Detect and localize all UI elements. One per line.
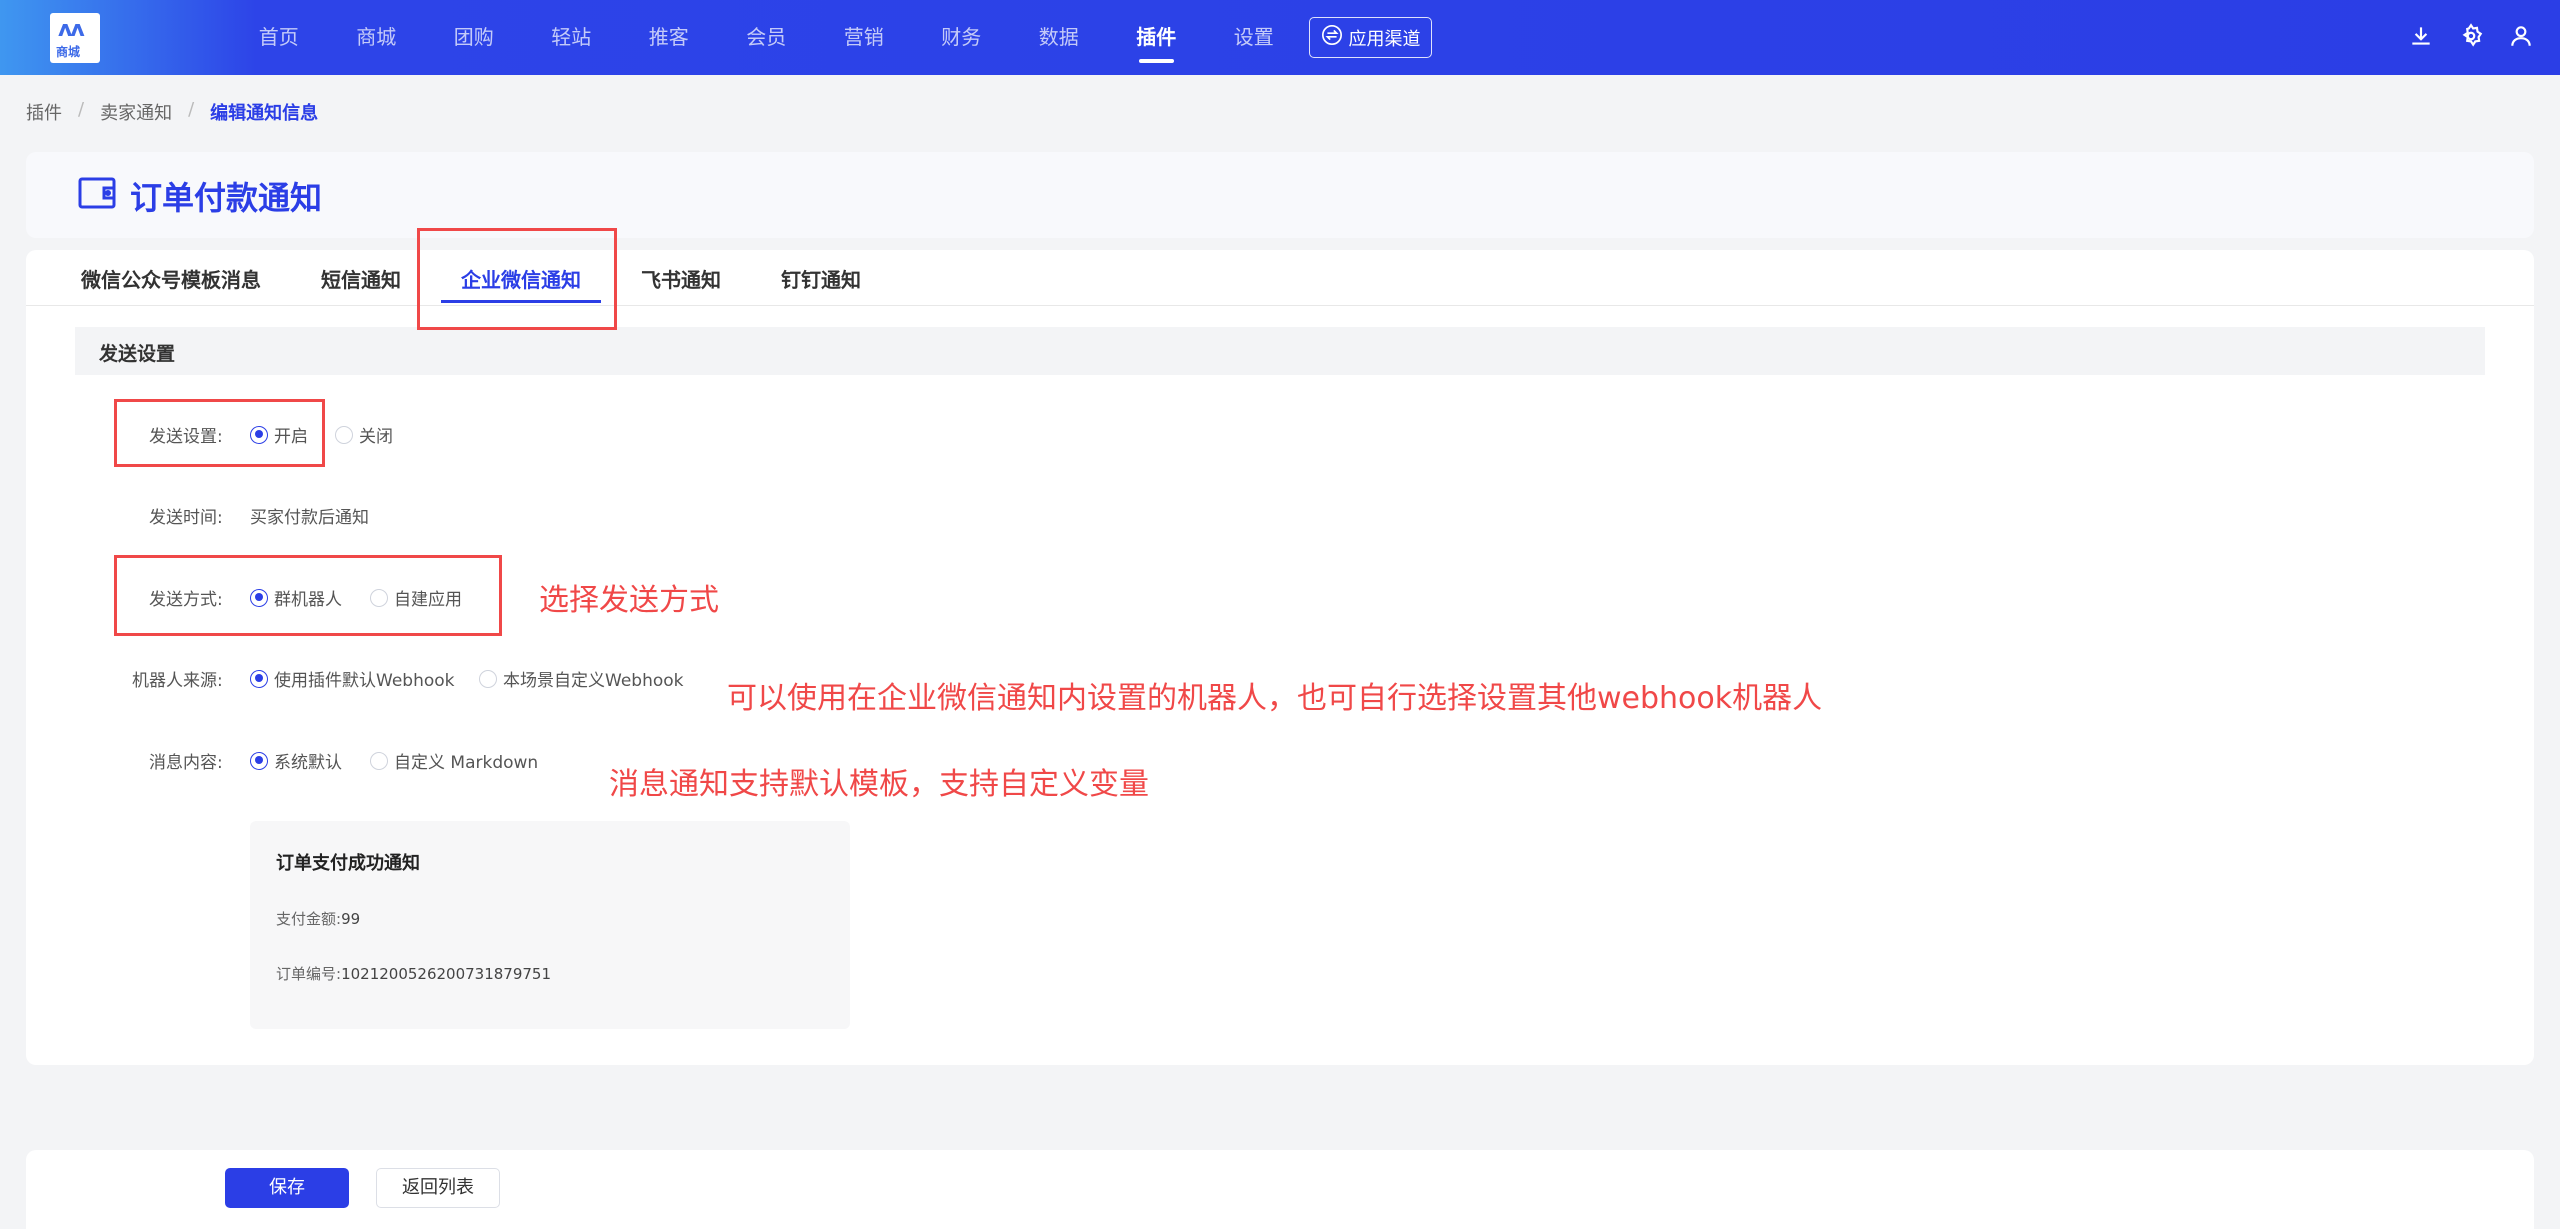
preview-title: 订单支付成功通知	[276, 853, 420, 874]
nav-item-settings[interactable]: 设置	[1205, 0, 1303, 75]
logo-mark: ʌʌ	[58, 17, 85, 42]
breadcrumb: 插件 / 卖家通知 / 编辑通知信息	[26, 99, 318, 125]
download-icon[interactable]	[2408, 23, 2434, 49]
highlight-tab-box	[417, 228, 617, 330]
page-title: 订单付款通知	[130, 179, 323, 217]
radio-indicator	[479, 669, 497, 688]
logo-text: 商城	[56, 45, 81, 59]
top-navbar: ʌʌ 商城 首页 商城 团购 轻站 推客 会员 营销 财务 数据 插件 设置 应…	[0, 0, 2560, 75]
tab-sms[interactable]: 短信通知	[321, 264, 401, 293]
wallet-icon	[78, 177, 116, 209]
preview-row-order-no: 订单编号:1021200526200731879751	[276, 963, 551, 984]
radio-label: 使用插件默认Webhook	[274, 671, 455, 691]
settings-card: 微信公众号模板消息 短信通知 企业微信通知 飞书通知 钉钉通知 发送设置 发送设…	[26, 250, 2534, 1065]
radio-custom-webhook[interactable]: 本场景自定义Webhook	[479, 666, 683, 691]
preview-row-value: 99	[341, 910, 361, 928]
radio-custom-markdown[interactable]: 自定义 Markdown	[370, 748, 538, 773]
breadcrumb-item-seller-notice[interactable]: 卖家通知	[100, 99, 172, 125]
breadcrumb-separator: /	[78, 99, 85, 120]
user-icon[interactable]	[2508, 23, 2534, 49]
tab-wechat-template[interactable]: 微信公众号模板消息	[81, 264, 261, 293]
highlight-send-setting-box	[114, 399, 325, 467]
annotation-message-content: 消息通知支持默认模板，支持自定义变量	[609, 767, 1149, 802]
nav-item-data[interactable]: 数据	[1010, 0, 1108, 75]
radio-label: 本场景自定义Webhook	[503, 671, 684, 691]
preview-row-amount: 支付金额:99	[276, 908, 360, 929]
nav-item-marketing[interactable]: 营销	[815, 0, 913, 75]
preview-row-value: 1021200526200731879751	[341, 965, 552, 983]
radio-indicator	[370, 751, 388, 770]
radio-indicator	[250, 751, 268, 770]
app-logo[interactable]: ʌʌ 商城	[50, 13, 100, 63]
tab-dingtalk[interactable]: 钉钉通知	[781, 264, 861, 293]
breadcrumb-item-current: 编辑通知信息	[210, 103, 319, 124]
radio-send-off[interactable]: 关闭	[335, 422, 393, 447]
app-channel-button[interactable]: 应用渠道	[1309, 17, 1432, 58]
tab-feishu[interactable]: 飞书通知	[641, 264, 721, 293]
breadcrumb-item-plugins[interactable]: 插件	[26, 99, 62, 125]
send-time-value: 买家付款后通知	[250, 508, 369, 528]
breadcrumb-separator: /	[188, 99, 195, 120]
nav-item-home[interactable]: 首页	[230, 0, 328, 75]
settings-icon[interactable]	[2458, 23, 2484, 49]
footer-actions: 保存 返回列表	[26, 1150, 2534, 1229]
page-header: 订单付款通知	[26, 152, 2534, 238]
nav-item-promoter[interactable]: 推客	[620, 0, 718, 75]
save-button[interactable]: 保存	[225, 1168, 349, 1208]
annotation-robot-source: 可以使用在企业微信通知内设置的机器人，也可自行选择设置其他webhook机器人	[727, 681, 1823, 716]
nav-item-mall[interactable]: 商城	[328, 0, 426, 75]
send-time-label: 发送时间:	[149, 508, 223, 528]
message-content-label: 消息内容:	[149, 753, 223, 773]
radio-label: 系统默认	[274, 753, 342, 773]
exchange-icon	[1321, 24, 1343, 51]
radio-indicator	[250, 669, 268, 688]
radio-label: 自定义 Markdown	[394, 753, 539, 773]
back-to-list-button[interactable]: 返回列表	[376, 1168, 500, 1208]
preview-row-label: 订单编号:	[276, 965, 342, 983]
radio-default-webhook[interactable]: 使用插件默认Webhook	[250, 666, 454, 691]
notification-tabs: 微信公众号模板消息 短信通知 企业微信通知 飞书通知 钉钉通知	[26, 250, 2534, 306]
nav-item-groupbuy[interactable]: 团购	[425, 0, 523, 75]
nav-item-plugins[interactable]: 插件	[1108, 0, 1206, 75]
radio-label: 关闭	[359, 427, 393, 447]
radio-indicator	[335, 425, 353, 444]
radio-system-default[interactable]: 系统默认	[250, 748, 342, 773]
robot-source-label: 机器人来源:	[132, 671, 223, 691]
section-header: 发送设置	[75, 327, 2485, 375]
nav-item-member[interactable]: 会员	[718, 0, 816, 75]
section-title: 发送设置	[99, 343, 176, 365]
preview-row-label: 支付金额:	[276, 910, 342, 928]
main-nav: 首页 商城 团购 轻站 推客 会员 营销 财务 数据 插件 设置	[230, 0, 1303, 75]
nav-item-finance[interactable]: 财务	[913, 0, 1011, 75]
message-preview: 订单支付成功通知 支付金额:99 订单编号:102120052620073187…	[250, 821, 850, 1029]
highlight-send-method-box	[114, 555, 502, 636]
app-channel-label: 应用渠道	[1348, 28, 1421, 50]
annotation-send-method: 选择发送方式	[539, 583, 719, 618]
nav-item-lite-site[interactable]: 轻站	[523, 0, 621, 75]
